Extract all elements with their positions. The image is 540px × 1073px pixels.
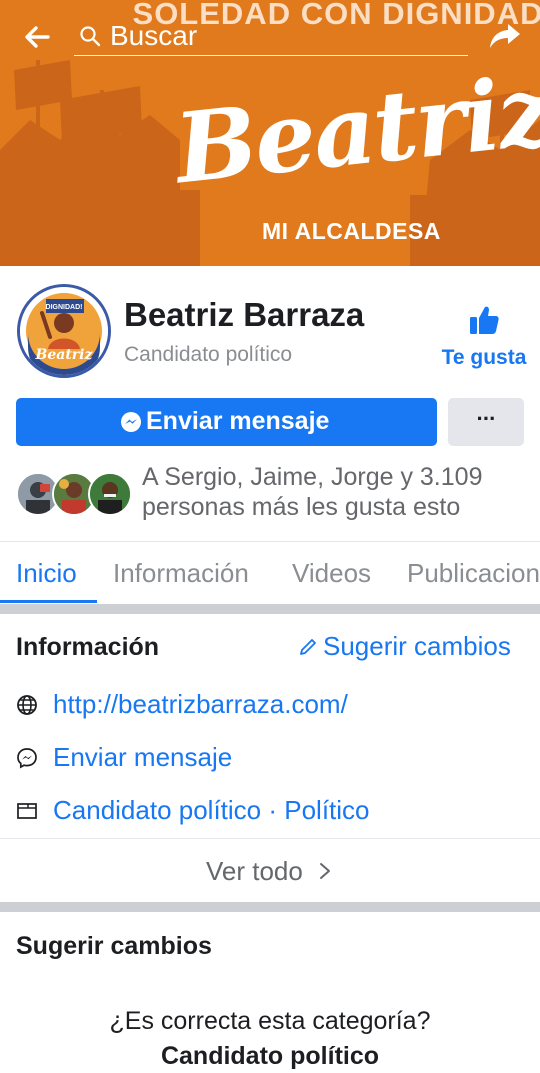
- suggest-changes-label: Sugerir cambios: [323, 631, 511, 661]
- friends-avatars[interactable]: [16, 472, 132, 516]
- divider: [0, 838, 540, 839]
- search-icon: [80, 26, 101, 47]
- category-answer: Candidato político: [160, 1042, 380, 1070]
- see-all-button[interactable]: Ver todo: [0, 840, 540, 902]
- search-input[interactable]: [110, 18, 460, 54]
- messenger-icon: [121, 412, 141, 432]
- tab-videos[interactable]: Videos: [292, 558, 371, 589]
- search-field[interactable]: [74, 18, 468, 56]
- friend-avatar: [88, 472, 132, 516]
- arrow-left-icon: [25, 26, 50, 48]
- send-message-link[interactable]: Enviar mensaje: [53, 742, 232, 773]
- top-search-bar: [0, 0, 540, 70]
- website-link[interactable]: http://beatrizbarraza.com/: [53, 689, 348, 720]
- info-row-category[interactable]: Candidato político · Político: [0, 788, 540, 836]
- tab-informacion[interactable]: Información: [113, 558, 249, 589]
- svg-text:DIGNIDAD!: DIGNIDAD!: [46, 304, 83, 311]
- like-button[interactable]: Te gusta: [432, 300, 536, 376]
- see-all-label: Ver todo: [206, 856, 303, 886]
- avatar-logo-image: DIGNIDAD! Beatriz: [20, 287, 108, 375]
- page-tabs: Inicio Información Videos Publicaciones: [0, 542, 540, 604]
- suggest-section-title: Sugerir cambios: [16, 932, 212, 960]
- section-separator: [0, 902, 540, 912]
- page-avatar[interactable]: DIGNIDAD! Beatriz: [17, 284, 111, 378]
- svg-text:Beatriz: Beatriz: [35, 347, 94, 363]
- category-link[interactable]: Candidato político · Político: [53, 795, 370, 826]
- globe-icon: [17, 695, 37, 715]
- info-row-website[interactable]: http://beatrizbarraza.com/: [0, 682, 540, 730]
- page-flag-icon: [17, 803, 37, 819]
- chevron-right-icon: [320, 863, 330, 879]
- more-options-button[interactable]: ···: [448, 398, 524, 446]
- page-category: Candidato político: [124, 343, 293, 366]
- info-row-message[interactable]: Enviar mensaje: [0, 735, 540, 783]
- section-separator: [0, 604, 540, 614]
- cover-slogan: MI ALCALDESA: [262, 218, 441, 244]
- like-label: Te gusta: [441, 346, 527, 369]
- tab-inicio[interactable]: Inicio: [16, 558, 77, 589]
- messenger-icon: [17, 748, 37, 769]
- back-button[interactable]: [22, 22, 52, 52]
- tab-publicaciones[interactable]: Publicaciones: [407, 558, 540, 589]
- info-section-title: Información: [16, 633, 160, 661]
- send-message-button[interactable]: Enviar mensaje: [16, 398, 437, 446]
- active-tab-indicator: [0, 600, 97, 603]
- share-button[interactable]: [488, 20, 522, 52]
- pencil-icon: [300, 639, 316, 655]
- more-dots-icon: ···: [476, 406, 497, 431]
- page-title: Beatriz Barraza: [124, 296, 365, 333]
- send-message-label: Enviar mensaje: [146, 407, 330, 435]
- likes-summary[interactable]: A Sergio, Jaime, Jorge y 3.109 personas …: [142, 462, 532, 522]
- thumbs-up-icon: [470, 306, 499, 334]
- category-question: ¿Es correcta esta categoría?: [109, 1007, 431, 1035]
- share-arrow-icon: [490, 24, 520, 48]
